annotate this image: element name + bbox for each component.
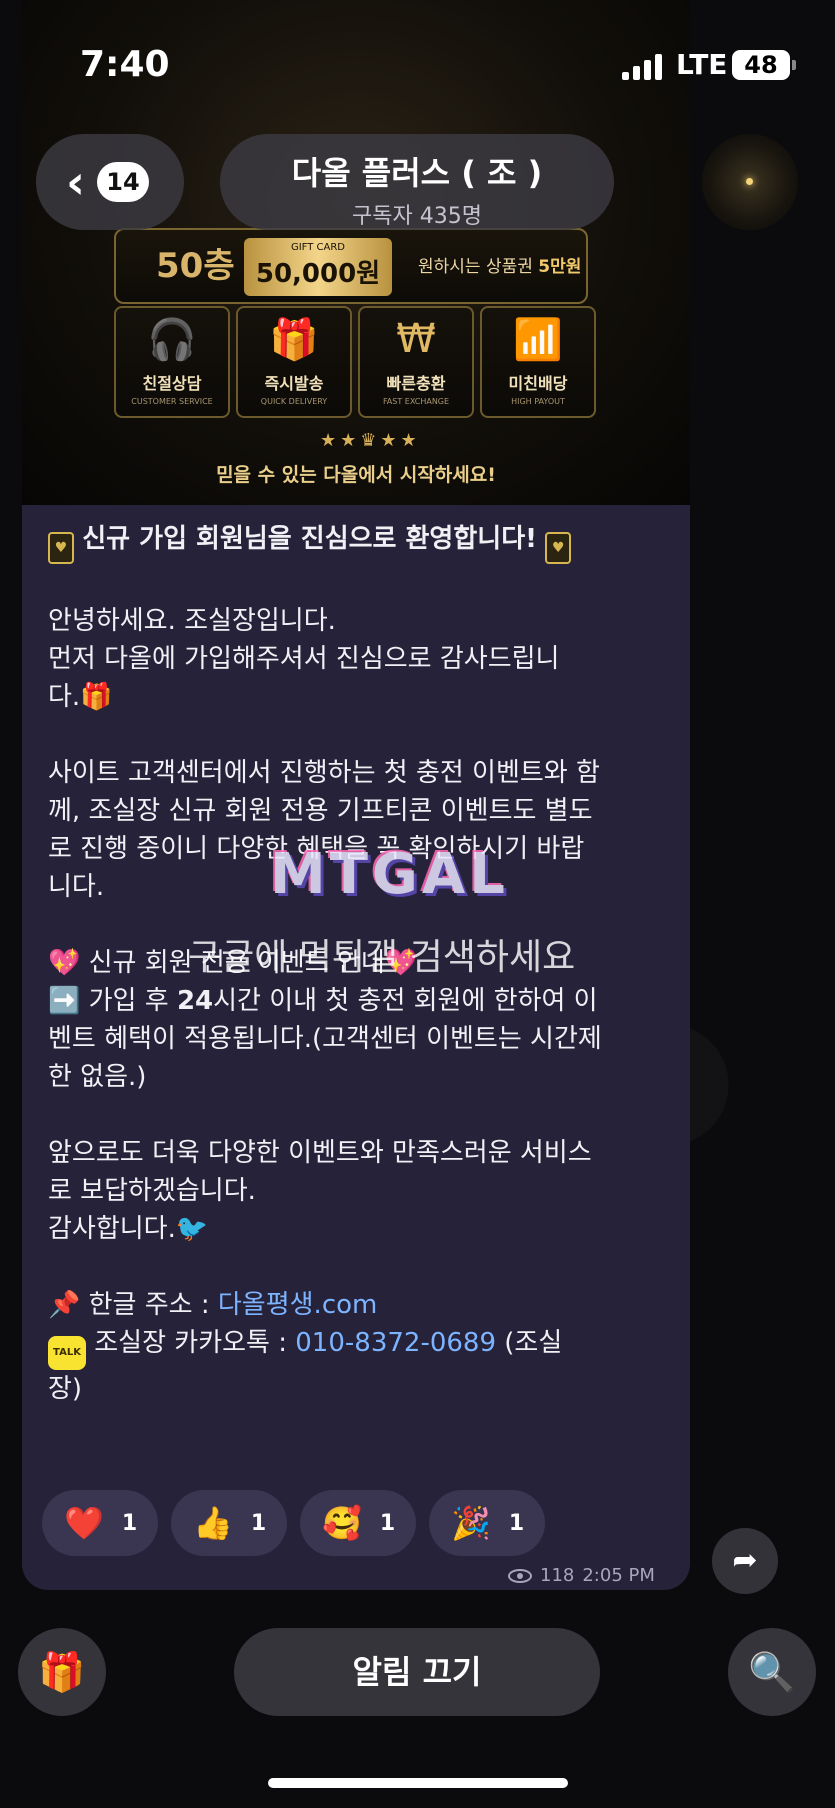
crown-stars-icon: ★★♛★★	[320, 430, 421, 451]
card-icon: ♥	[48, 532, 74, 564]
smiling-hearts-icon: 🥰	[322, 1504, 362, 1542]
heart-icon: ❤️	[64, 1504, 104, 1542]
view-count: 118	[540, 1565, 575, 1586]
feature-name: 즉시발송	[264, 374, 324, 393]
banner-tagline: 믿을 수 있는 다올에서 시작하세요!	[216, 464, 496, 486]
feature-name: 미친배당	[508, 374, 568, 393]
kakao-line: TALK 조실장 카카오톡 : 010-8372-0689 (조실 장)	[48, 1328, 563, 1404]
kakaotalk-icon: TALK	[48, 1336, 86, 1370]
reaction-count: 1	[250, 1510, 267, 1536]
gift-card-title: GIFT CARD	[290, 242, 346, 253]
kakao-phone-link[interactable]: 010-8372-0689	[295, 1328, 496, 1358]
channel-header[interactable]: 다올 플러스 ( 조 ) 구독자 435명	[220, 134, 614, 230]
address-line: 📌 한글 주소 : 다올평생.com	[48, 1290, 378, 1320]
chart-icon: 📶	[513, 317, 563, 363]
feature-list: 🎧 친절상담 CUSTOMER SERVICE 🎁 즉시발송 QUICK DEL…	[114, 306, 596, 418]
mute-notifications-button[interactable]: 알림 끄기	[234, 1628, 600, 1716]
gift-icon: 🎁	[38, 1650, 86, 1694]
bird-heart-icon: 🐦	[175, 1214, 209, 1244]
signal-icon	[622, 54, 666, 80]
closing-thanks: 감사합니다.🐦	[48, 1214, 209, 1244]
gift-card-amount: 50,000원	[255, 259, 381, 289]
channel-post[interactable]: 50층 GIFT CARD 50,000원 원하시는 상품권 5만원 🎧 친절상…	[22, 0, 690, 1590]
message-headline: ♥ 신규 가입 회원님을 진심으로 환영합니다! ♥	[48, 520, 672, 564]
reaction-bar: ❤️ 1 👍 1 🥰 1 🎉 1	[42, 1490, 682, 1556]
search-icon: 🔍	[748, 1650, 796, 1694]
gift-button[interactable]: 🎁	[18, 1628, 106, 1716]
unread-badge: 14	[96, 162, 149, 202]
home-indicator	[268, 1778, 568, 1788]
heart-icon: 💖	[48, 948, 81, 978]
battery-icon: 48	[732, 50, 796, 80]
reaction-party[interactable]: 🎉 1	[429, 1490, 545, 1556]
won-exchange-icon: ₩	[396, 316, 436, 362]
feature-high-payout: 📶 미친배당 HIGH PAYOUT	[480, 306, 596, 418]
feature-quick-delivery: 🎁 즉시발송 QUICK DELIVERY	[236, 306, 352, 418]
share-button[interactable]: ➦	[712, 1528, 778, 1594]
subscriber-count: 구독자 435명	[352, 204, 482, 229]
arrow-right-icon: ➡️	[48, 986, 81, 1016]
reaction-count: 1	[121, 1510, 138, 1536]
reaction-thumbs-up[interactable]: 👍 1	[171, 1490, 287, 1556]
feature-subtitle: HIGH PAYOUT	[511, 397, 565, 406]
party-popper-icon: 🎉	[451, 1504, 491, 1542]
status-bar: 7:40 LTE 48	[0, 0, 835, 120]
feature-subtitle: FAST EXCHANGE	[382, 397, 450, 406]
reaction-count: 1	[379, 1510, 396, 1536]
feature-fast-exchange: ₩ 빠른충환 FAST EXCHANGE	[358, 306, 474, 418]
feature-customer-service: 🎧 친절상담 CUSTOMER SERVICE	[114, 306, 230, 418]
watermark-text: 구글에 먹튀갤 검색하세요	[188, 937, 576, 978]
gift-icon: 🎁	[269, 317, 319, 363]
channel-avatar[interactable]	[702, 134, 798, 230]
channel-name: 다올 플러스 ( 조 )	[291, 154, 543, 192]
gift-card-row: 50층 GIFT CARD 50,000원 원하시는 상품권 5만원	[114, 228, 588, 304]
feature-name: 빠른충환	[386, 374, 446, 393]
back-button[interactable]: ‹ 14	[36, 134, 184, 230]
watermark-logo: MTGAL	[270, 842, 509, 907]
reaction-count: 1	[508, 1510, 525, 1536]
greeting-thanks: 먼저 다올에 가입해주셔서 진심으로 감사드립니 다.🎁	[48, 644, 560, 712]
clock: 7:40	[80, 44, 170, 85]
gift-description: 원하시는 상품권 5만원	[418, 257, 582, 277]
gift-icon: 🎁	[80, 682, 113, 712]
feature-subtitle: CUSTOMER SERVICE	[131, 397, 213, 406]
headset-icon: 🎧	[147, 317, 197, 363]
floor-label: 50층	[156, 246, 235, 286]
address-link[interactable]: 다올평생.com	[218, 1290, 377, 1320]
feature-subtitle: QUICK DELIVERY	[260, 397, 328, 406]
reaction-heart[interactable]: ❤️ 1	[42, 1490, 158, 1556]
card-icon: ♥	[545, 532, 572, 564]
feature-name: 친절상담	[142, 374, 202, 393]
greeting-line: 안녕하세요. 조실장입니다.	[48, 606, 336, 636]
message-time: 2:05 PM	[582, 1565, 655, 1586]
event-detail: ➡️ 가입 후 24시간 이내 첫 충전 회원에 한하여 이 벤트 혜택이 적용…	[48, 986, 602, 1092]
eye-icon	[508, 1568, 532, 1583]
search-button[interactable]: 🔍	[728, 1628, 816, 1716]
pushpin-icon: 📌	[48, 1290, 81, 1320]
closing-text: 앞으로도 더욱 다양한 이벤트와 만족스러운 서비스 로 보답하겠습니다.	[48, 1138, 592, 1206]
thumbs-up-icon: 👍	[193, 1504, 233, 1542]
gift-card: GIFT CARD 50,000원	[244, 238, 392, 296]
network-type: LTE	[676, 48, 728, 81]
reaction-smiling-hearts[interactable]: 🥰 1	[300, 1490, 416, 1556]
share-arrow-icon: ➦	[732, 1543, 758, 1578]
message-meta: 118 2:05 PM	[508, 1565, 655, 1586]
chevron-left-icon: ‹	[66, 155, 85, 209]
